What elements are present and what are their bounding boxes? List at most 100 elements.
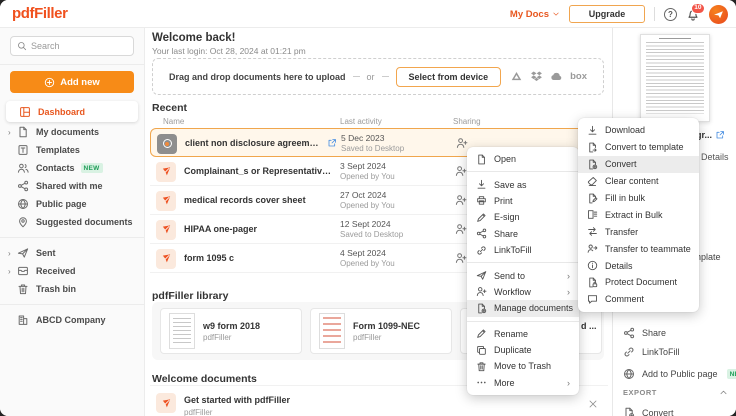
notifications-button[interactable]: 10 xyxy=(686,7,700,21)
expand-chevron-icon: › xyxy=(8,128,17,137)
submenu-item-extract-in-bulk[interactable]: Extract in Bulk xyxy=(578,206,699,223)
pen-icon xyxy=(476,212,487,223)
close-icon[interactable] xyxy=(588,399,598,409)
avatar[interactable] xyxy=(709,5,728,24)
menu-item-linktofill[interactable]: LinkToFill xyxy=(467,242,579,258)
menu-item-share[interactable]: Share xyxy=(467,226,579,242)
library-card[interactable]: Form 1099-NEC pdfFiller xyxy=(310,308,452,354)
submenu-item-transfer-to-teammate[interactable]: Transfer to teammate xyxy=(578,240,699,257)
share-add-user-icon[interactable] xyxy=(455,252,467,264)
google-drive-icon[interactable] xyxy=(510,70,523,83)
menu-item-rename[interactable]: Rename xyxy=(467,326,579,342)
sidebar-item-dashboard[interactable]: › Dashboard xyxy=(6,101,138,122)
submenu-item-clear-content[interactable]: Clear content xyxy=(578,173,699,190)
help-icon[interactable]: ? xyxy=(664,8,677,21)
menu-item-esign[interactable]: E-sign xyxy=(467,209,579,225)
box-icon[interactable]: box xyxy=(570,71,587,82)
submenu-item-download[interactable]: Download xyxy=(578,122,699,139)
drag-drop-label: Drag and drop documents here to upload xyxy=(169,72,346,82)
submenu-item-protect-document[interactable]: Protect Document xyxy=(578,274,699,291)
sidebar-item-shared-with-me[interactable]: › Shared with me xyxy=(0,177,144,195)
pdf-document-icon xyxy=(156,191,176,211)
add-new-button[interactable]: Add new xyxy=(10,71,134,93)
panel-action-convert[interactable]: Convert xyxy=(623,406,732,416)
expand-chevron-icon: › xyxy=(8,249,17,258)
menu-item-move-to-trash[interactable]: Move to Trash xyxy=(467,358,579,374)
menu-item-workflow[interactable]: Workflow› xyxy=(467,284,579,300)
my-docs-label: My Docs xyxy=(510,9,549,20)
submenu-item-transfer[interactable]: Transfer xyxy=(578,223,699,240)
panel-action-add-to-public-page[interactable]: Add to Public page NEW xyxy=(623,367,732,381)
library-section-title: pdfFiller library xyxy=(152,290,228,302)
export-section-header[interactable]: EXPORT xyxy=(623,388,728,397)
pin-icon xyxy=(17,216,29,228)
contacts-icon xyxy=(17,162,29,174)
menu-item-more[interactable]: More› xyxy=(467,375,579,391)
submenu-item-details[interactable]: Details xyxy=(578,257,699,274)
manage-documents-submenu: Download Convert to template Convert Cle… xyxy=(578,118,699,312)
sidebar-item-trash-bin[interactable]: › Trash bin xyxy=(0,280,144,298)
pdf-document-icon xyxy=(156,220,176,240)
search-box[interactable] xyxy=(10,36,134,56)
external-link-icon[interactable] xyxy=(327,138,337,148)
panel-action-share[interactable]: Share xyxy=(623,326,732,340)
menu-item-save-as[interactable]: Save as xyxy=(467,176,579,192)
new-badge: NEW xyxy=(81,163,103,173)
extract-icon xyxy=(587,209,598,220)
sidebar-item-received[interactable]: › Received xyxy=(0,262,144,280)
menu-item-open[interactable]: Open xyxy=(467,151,579,167)
submenu-item-fill-in-bulk[interactable]: Fill in bulk xyxy=(578,190,699,207)
sidebar-item-public-page[interactable]: › Public page xyxy=(0,195,144,213)
workflow-icon xyxy=(476,286,487,297)
upload-dropzone[interactable]: Drag and drop documents here to upload o… xyxy=(152,58,604,95)
library-card[interactable]: w9 form 2018 pdfFiller xyxy=(160,308,302,354)
column-header-name: Name xyxy=(163,117,184,126)
external-link-icon[interactable] xyxy=(715,130,725,140)
submenu-arrow-icon: › xyxy=(567,378,570,388)
trash-icon xyxy=(476,361,487,372)
dropbox-icon[interactable] xyxy=(530,70,543,83)
sidebar-item-abcd-company[interactable]: › ABCD Company xyxy=(0,311,144,329)
panel-action-linktofill[interactable]: LinkToFill xyxy=(623,345,732,359)
menu-item-manage-documents[interactable]: Manage documents› xyxy=(467,300,579,316)
search-input[interactable] xyxy=(31,41,127,51)
share-add-user-icon[interactable] xyxy=(455,223,467,235)
paper-plane-icon xyxy=(713,9,724,20)
submenu-item-comment[interactable]: Comment xyxy=(578,291,699,308)
pdf-document-icon xyxy=(156,393,176,413)
details-link[interactable]: Details xyxy=(701,152,729,162)
sidebar-item-templates[interactable]: › Templates xyxy=(0,141,144,159)
printer-icon xyxy=(476,195,487,206)
menu-item-duplicate[interactable]: Duplicate xyxy=(467,342,579,358)
search-icon xyxy=(17,41,27,51)
globe-icon xyxy=(623,368,635,380)
submenu-item-convert[interactable]: Convert xyxy=(578,156,699,173)
sidebar-item-sent[interactable]: › Sent xyxy=(0,244,144,262)
document-thumbnail xyxy=(319,313,345,349)
upgrade-button[interactable]: Upgrade xyxy=(569,5,645,23)
pen-icon xyxy=(476,328,487,339)
sidebar-item-contacts[interactable]: › Contacts NEW xyxy=(0,159,144,177)
context-menu: Open Save as Print E-sign Share LinkToFi… xyxy=(467,147,579,395)
menu-item-send-to[interactable]: Send to› xyxy=(467,267,579,283)
share-add-user-icon[interactable] xyxy=(456,137,468,149)
convert-to-template-icon xyxy=(587,142,598,153)
manage-documents-icon xyxy=(476,303,487,314)
onedrive-icon[interactable] xyxy=(550,70,563,83)
top-header: pdfFiller My Docs Upgrade ? 10 xyxy=(0,0,736,28)
document-preview xyxy=(640,34,710,122)
pdffiller-logo[interactable]: pdfFiller xyxy=(12,5,68,22)
sidebar-divider xyxy=(0,304,144,305)
column-header-sharing: Sharing xyxy=(453,117,481,126)
submenu-item-convert-to-template[interactable]: Convert to template xyxy=(578,139,699,156)
share-add-user-icon[interactable] xyxy=(455,165,467,177)
menu-item-print[interactable]: Print xyxy=(467,193,579,209)
share-add-user-icon[interactable] xyxy=(455,194,467,206)
sidebar-item-my-documents[interactable]: › My documents xyxy=(0,123,144,141)
select-from-device-button[interactable]: Select from device xyxy=(396,67,502,87)
my-docs-dropdown[interactable]: My Docs xyxy=(510,9,560,20)
sidebar: Add new › Dashboard › My documents › Tem… xyxy=(0,28,145,416)
page-title: Welcome back! xyxy=(152,32,236,44)
chevron-up-icon xyxy=(719,388,728,397)
sidebar-item-suggested-documents[interactable]: › Suggested documents xyxy=(0,213,144,231)
